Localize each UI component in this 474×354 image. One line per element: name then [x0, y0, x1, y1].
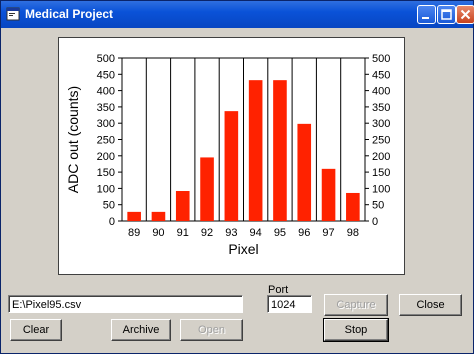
capture-button[interactable]: Capture [324, 294, 388, 316]
right-tick-label: 150 [372, 167, 390, 179]
y-axis-title: ADC out (counts) [65, 86, 81, 193]
window-title: Medical Project [25, 7, 114, 21]
right-tick-label: 50 [372, 200, 384, 212]
x-tick-label: 95 [274, 227, 286, 239]
port-field[interactable]: 1024 [267, 295, 312, 313]
bar [175, 191, 190, 221]
app-window: Medical Project 0 0 50 50 100 100 150 150 200 200… [0, 0, 474, 354]
right-tick-label: 200 [372, 151, 390, 163]
file-path-field[interactable]: E:\Pixel95.csv [8, 295, 243, 313]
left-tick-label: 200 [97, 151, 115, 163]
left-tick-label: 250 [97, 135, 115, 147]
close-button[interactable]: Close [399, 294, 462, 316]
left-tick-label: 400 [97, 86, 115, 98]
stop-button[interactable]: Stop [323, 318, 389, 342]
right-tick-label: 300 [372, 118, 390, 130]
right-tick-label: 0 [372, 216, 378, 228]
maximize-button[interactable] [437, 5, 456, 24]
right-tick-label: 500 [372, 53, 390, 65]
left-tick-label: 50 [103, 200, 115, 212]
close-window-button[interactable] [456, 5, 474, 24]
right-tick-label: 450 [372, 69, 390, 81]
bar [127, 211, 141, 221]
bar [321, 168, 336, 221]
bar [346, 192, 360, 221]
title-bar[interactable]: Medical Project [1, 1, 474, 28]
bar [297, 123, 312, 221]
bar [151, 211, 166, 221]
left-tick-label: 100 [97, 183, 115, 195]
x-tick-label: 92 [201, 227, 213, 239]
open-button[interactable]: Open [180, 319, 243, 341]
x-tick-label: 93 [225, 227, 237, 239]
x-tick-label: 98 [347, 227, 359, 239]
right-tick-label: 250 [372, 135, 390, 147]
maximize-icon [441, 9, 452, 20]
left-tick-label: 350 [97, 102, 115, 114]
left-tick-label: 450 [97, 69, 115, 81]
bar [248, 80, 263, 221]
x-tick-label: 90 [152, 227, 164, 239]
x-axis-title: Pixel [228, 241, 258, 257]
right-tick-label: 400 [372, 86, 390, 98]
x-tick-label: 94 [250, 227, 262, 239]
x-tick-label: 96 [298, 227, 310, 239]
left-tick-label: 300 [97, 118, 115, 130]
bar [273, 80, 287, 221]
clear-button[interactable]: Clear [10, 319, 62, 341]
x-tick-label: 89 [128, 227, 140, 239]
minimize-button[interactable] [417, 5, 436, 24]
app-icon [6, 7, 20, 21]
minimize-icon [422, 17, 429, 19]
bar-chart: 0 0 50 50 100 100 150 150 200 200 250 250 300 300 350 3… [65, 53, 390, 257]
right-tick-label: 100 [372, 183, 390, 195]
x-tick-label: 97 [322, 227, 334, 239]
x-tick-label: 91 [177, 227, 189, 239]
left-tick-label: 150 [97, 167, 115, 179]
chart-panel: 0 0 50 50 100 100 150 150 200 200 250 250 300 300 350 3… [58, 37, 405, 275]
left-tick-label: 0 [109, 216, 115, 228]
bar [224, 111, 239, 221]
right-tick-label: 350 [372, 102, 390, 114]
left-tick-label: 500 [97, 53, 115, 65]
close-icon [460, 9, 471, 20]
bar [200, 157, 214, 221]
archive-button[interactable]: Archive [111, 319, 171, 341]
